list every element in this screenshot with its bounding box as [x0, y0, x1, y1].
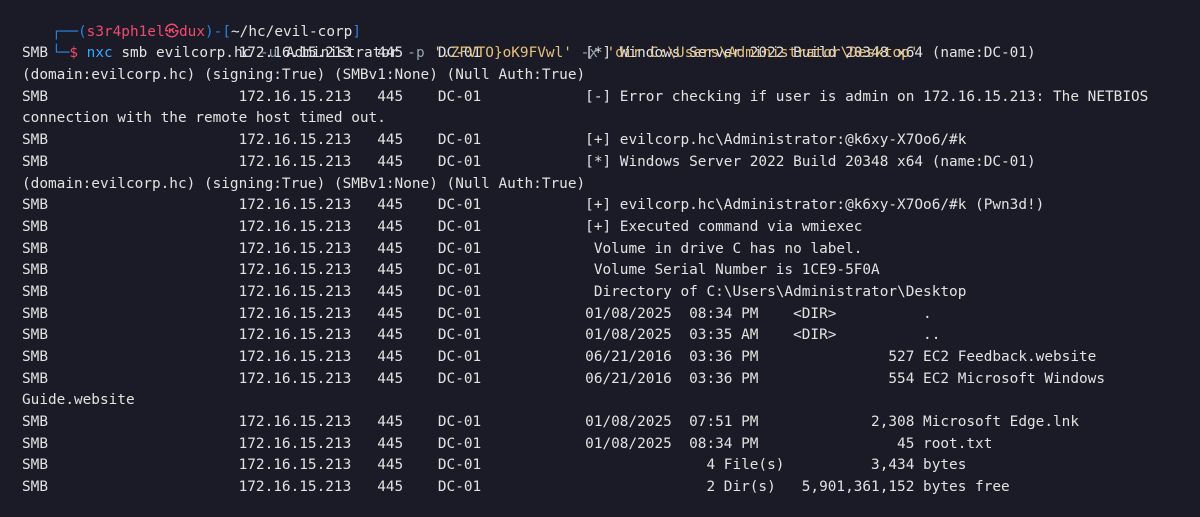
prompt-path: ~/hc/evil-corp: [231, 23, 353, 40]
command-flag-user: -u: [259, 45, 278, 62]
command-name: nxc: [86, 45, 113, 62]
output-line: Guide.website: [22, 392, 135, 409]
output-line: (domain:evilcorp.hc) (signing:True) (SMB…: [22, 175, 586, 192]
output-line: SMB 172.16.15.213 445 DC-01 [+] Executed…: [22, 218, 863, 235]
command-flag-pass: -p: [407, 45, 425, 62]
output-line: SMB 172.16.15.213 445 DC-01 [-] Error ch…: [22, 88, 1149, 105]
output-line: (domain:evilcorp.hc) (signing:True) (SMB…: [22, 67, 586, 84]
output-line: SMB 172.16.15.213 445 DC-01 4 File(s) 3,…: [22, 457, 967, 474]
output-line: SMB 172.16.15.213 445 DC-01 01/08/2025 0…: [22, 435, 993, 452]
output-line: SMB 172.16.15.213 445 DC-01 [+] evilcorp…: [22, 132, 967, 149]
prompt-line-1: ┌──(s3r4ph1el㉿dux)-[~/hc/evil-corp]: [22, 0, 1200, 40]
command-user-value: Administrator: [285, 45, 399, 62]
output-line: SMB 172.16.15.213 445 DC-01 01/08/2025 0…: [22, 327, 941, 344]
output-line: SMB 172.16.15.213 445 DC-01 06/21/2016 0…: [22, 370, 1105, 387]
output-line: SMB 172.16.15.213 445 DC-01 01/08/2025 0…: [22, 414, 1079, 431]
output-line: SMB 172.16.15.213 445 DC-01 Volume Seria…: [22, 262, 880, 279]
output-line: connection with the remote host timed ou…: [22, 110, 386, 127]
prompt-tree-bottom: └─: [51, 45, 70, 62]
prompt-close: ]: [352, 23, 361, 40]
command-exec-value: 'dir C:\Users\Administrator\Desktop': [606, 45, 919, 62]
output-line: SMB 172.16.15.213 445 DC-01 [+] evilcorp…: [22, 197, 1045, 214]
command-output: SMB 172.16.15.213 445 DC-01 [*] Windows …: [22, 43, 1200, 498]
prompt-mid: )-[: [205, 23, 232, 40]
prompt-open-paren: (: [77, 23, 87, 40]
output-line: SMB 172.16.15.213 445 DC-01 2 Dir(s) 5,9…: [22, 479, 1010, 496]
output-line: SMB 172.16.15.213 445 DC-01 [*] Windows …: [22, 153, 1036, 170]
output-line: SMB 172.16.15.213 445 DC-01 Volume in dr…: [22, 240, 863, 257]
output-line: SMB 172.16.15.213 445 DC-01 06/21/2016 0…: [22, 349, 1097, 365]
command-protocol: smb: [121, 45, 148, 62]
prompt-user-host: s3r4ph1el㉿dux: [86, 23, 206, 40]
command-flag-exec: -x: [580, 45, 598, 62]
command-pass-value: '.ZFVTO}oK9FVwl': [433, 45, 572, 62]
terminal-window[interactable]: ┌──(s3r4ph1el㉿dux)-[~/hc/evil-corp] └─$ …: [0, 0, 1200, 517]
prompt-dollar: $: [69, 45, 78, 62]
prompt-block: ┌──(s3r4ph1el㉿dux)-[~/hc/evil-corp] └─$ …: [22, 0, 1200, 62]
output-line: SMB 172.16.15.213 445 DC-01 Directory of…: [22, 283, 967, 300]
prompt-tree-top: ┌──: [51, 23, 78, 40]
command-target: evilcorp.hc: [156, 45, 252, 62]
output-line: SMB 172.16.15.213 445 DC-01 01/08/2025 0…: [22, 305, 932, 322]
